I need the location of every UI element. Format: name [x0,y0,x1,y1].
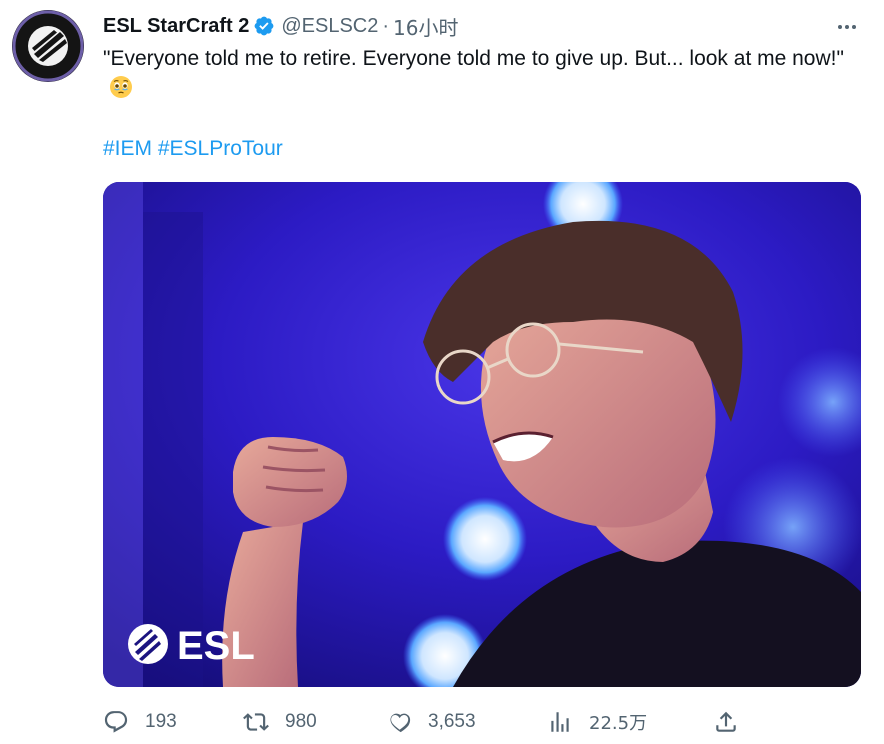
like-count: 3,653 [428,711,476,732]
heart-icon [390,713,411,733]
more-horizontal-icon [838,25,842,29]
tweet-image[interactable]: ESL [103,182,861,687]
tweet-card[interactable]: ESL StarCraft 2 @ESLSC2 · 16小时 "Everyone… [0,0,884,744]
avatar[interactable] [12,10,84,82]
views-chart-icon [551,712,569,732]
like-button[interactable]: 3,653 [386,704,476,740]
esl-watermark-text: ESL [177,624,255,668]
tweet-actions: 193 980 3,653 22.5万 [103,704,743,740]
separator-dot: · [382,14,390,37]
tweet-text: "Everyone told me to retire. Everyone to… [103,44,863,104]
views-count: 22.5万 [589,713,648,734]
player-celebrating-photo: ESL [103,182,861,687]
views-button[interactable]: 22.5万 [547,704,647,740]
hashtag-eslprotour[interactable]: #ESLProTour [158,137,283,160]
timestamp[interactable]: 16小时 [393,12,458,41]
share-icon [716,711,736,732]
retweet-button[interactable]: 980 [243,704,317,740]
share-button[interactable] [713,704,739,740]
hashtag-iem[interactable]: #IEM [103,137,152,160]
face-holding-back-tears-emoji-icon [109,75,133,99]
reply-button[interactable]: 193 [103,704,177,740]
retweet-count: 980 [285,711,317,732]
more-button[interactable] [830,16,864,38]
tweet-text-content: "Everyone told me to retire. Everyone to… [103,47,844,70]
display-name[interactable]: ESL StarCraft 2 [103,15,249,38]
hashtags: #IEM #ESLProTour [103,134,283,164]
verified-badge-icon [253,15,275,37]
handle[interactable]: @ESLSC2 [281,15,378,38]
esl-watermark-logo-icon [128,624,168,664]
reply-count: 193 [145,711,177,732]
esl-logo-icon [12,10,84,82]
retweet-icon [243,713,269,731]
tweet-header: ESL StarCraft 2 @ESLSC2 · 16小时 [103,12,459,40]
reply-icon [104,711,128,733]
